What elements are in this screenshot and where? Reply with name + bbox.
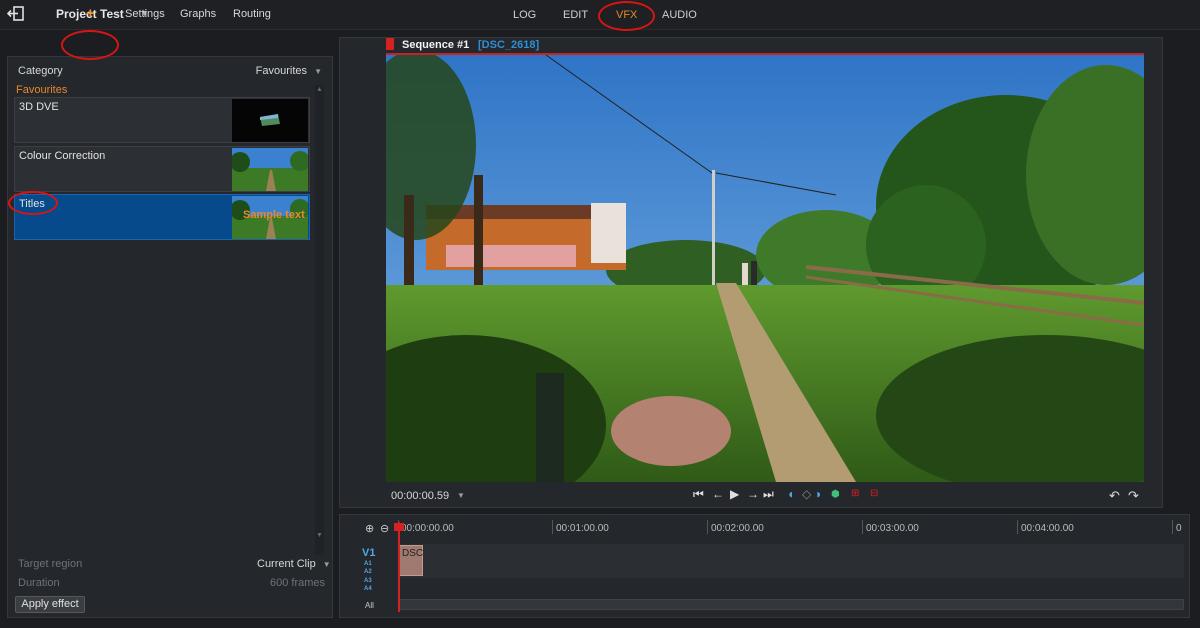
- tab-routing[interactable]: Routing: [233, 8, 271, 20]
- favourites-group-label: Favourites: [16, 84, 68, 96]
- timecode-display[interactable]: 00:00:00.59: [391, 490, 449, 502]
- effect-item-colour-correction[interactable]: Colour Correction: [14, 146, 310, 192]
- mode-tab-audio[interactable]: AUDIO: [662, 9, 697, 21]
- clear-marks-icon[interactable]: ◇: [802, 487, 811, 501]
- exit-project-icon[interactable]: [6, 5, 26, 23]
- track-header-a4[interactable]: A4: [364, 586, 372, 592]
- tab-settings[interactable]: Settings: [125, 8, 165, 20]
- effects-scrollbar[interactable]: [315, 85, 324, 555]
- category-value: Favourites: [255, 65, 308, 77]
- target-region-label: Target region: [18, 558, 83, 570]
- go-to-start-icon[interactable]: ⏮: [693, 487, 704, 502]
- target-region-select[interactable]: Current Clip ▼: [257, 558, 331, 570]
- track-header-a3[interactable]: A3: [364, 578, 372, 584]
- play-icon[interactable]: ▶: [730, 487, 739, 501]
- overwrite-icon[interactable]: ⊟: [870, 488, 878, 499]
- duration-value: 600 frames: [270, 577, 326, 589]
- undo-icon[interactable]: ↶: [1109, 488, 1120, 504]
- effects-panel: Category Favourites ▼ Favourites 3D DVE …: [7, 56, 333, 618]
- sequence-title: Sequence #1: [402, 39, 470, 51]
- scroll-up-icon[interactable]: ▲: [316, 86, 323, 93]
- redo-icon[interactable]: ↷: [1128, 488, 1139, 504]
- effect-item-titles[interactable]: Titles Sample text: [14, 194, 310, 240]
- ruler-label: 00:01:00.00: [556, 523, 609, 534]
- annotation-circle-titles: [8, 191, 58, 215]
- tab-graphs[interactable]: Graphs: [180, 8, 216, 20]
- mark-in-icon[interactable]: ◖: [787, 487, 794, 501]
- apply-effect-button[interactable]: Apply effect: [15, 596, 85, 613]
- ruler-label: 00:00:00.00: [401, 523, 454, 534]
- playhead-handle[interactable]: [394, 523, 404, 531]
- chevron-down-icon: ▼: [314, 67, 322, 76]
- go-to-end-icon[interactable]: ⏭: [763, 487, 774, 502]
- effect-thumbnail: [232, 99, 308, 142]
- track-header-a1[interactable]: A1: [364, 561, 372, 567]
- all-tracks-label[interactable]: All: [365, 601, 374, 610]
- timeline-ruler[interactable]: 00:00:00.00 00:01:00.00 00:02:00.00 00:0…: [397, 520, 1187, 542]
- timecode-chevron-icon[interactable]: ▼: [457, 491, 465, 500]
- ruler-label: 0: [1176, 523, 1182, 534]
- chevron-down-icon: ▼: [322, 560, 331, 569]
- sequence-flag-icon: [386, 38, 394, 50]
- category-label: Category: [18, 65, 63, 77]
- clip-name: [DSC_2618]: [478, 39, 540, 51]
- track-header-a2[interactable]: A2: [364, 569, 372, 575]
- ruler-tick: [707, 520, 708, 534]
- mode-tab-log[interactable]: LOG: [513, 9, 536, 21]
- mode-tab-edit[interactable]: EDIT: [563, 9, 588, 21]
- effect-thumbnail: [232, 148, 308, 191]
- add-effect-tab[interactable]: +: [86, 5, 95, 22]
- mark-out-icon[interactable]: ◗: [815, 487, 822, 501]
- ruler-label: 00:03:00.00: [866, 523, 919, 534]
- ruler-label: 00:04:00.00: [1021, 523, 1074, 534]
- clip-label: DSC: [402, 548, 424, 559]
- zoom-in-icon[interactable]: ⊕: [365, 522, 374, 535]
- sample-text-overlay: Sample text: [243, 209, 305, 221]
- ruler-tick: [862, 520, 863, 534]
- step-forward-icon[interactable]: →: [747, 487, 759, 501]
- ruler-tick: [1172, 520, 1173, 534]
- track-header-v1[interactable]: V1: [362, 547, 375, 559]
- playhead[interactable]: [398, 522, 400, 612]
- insert-icon[interactable]: ⊞: [851, 488, 859, 499]
- scroll-down-icon[interactable]: ▼: [316, 532, 323, 539]
- effect-item-3d-dve[interactable]: 3D DVE: [14, 97, 310, 143]
- zoom-out-icon[interactable]: ⊖: [380, 522, 389, 535]
- effect-label: Colour Correction: [19, 150, 106, 162]
- effect-thumbnail: Sample text: [232, 196, 308, 239]
- timeline-scrollbar[interactable]: [398, 599, 1184, 610]
- step-back-icon[interactable]: ←: [712, 487, 724, 501]
- video-preview[interactable]: [386, 55, 1144, 482]
- category-select[interactable]: Favourites ▼: [256, 65, 322, 77]
- effect-label: 3D DVE: [19, 101, 59, 113]
- ruler-tick: [1017, 520, 1018, 534]
- ruler-tick: [552, 520, 553, 534]
- target-region-value: Current Clip: [257, 558, 316, 570]
- add-marker-icon[interactable]: ⬢: [831, 489, 840, 500]
- ruler-label: 00:02:00.00: [711, 523, 764, 534]
- annotation-circle-add: [61, 30, 119, 60]
- duration-label: Duration: [18, 577, 60, 589]
- track-area[interactable]: [398, 544, 1184, 578]
- annotation-circle-vfx: [598, 1, 655, 31]
